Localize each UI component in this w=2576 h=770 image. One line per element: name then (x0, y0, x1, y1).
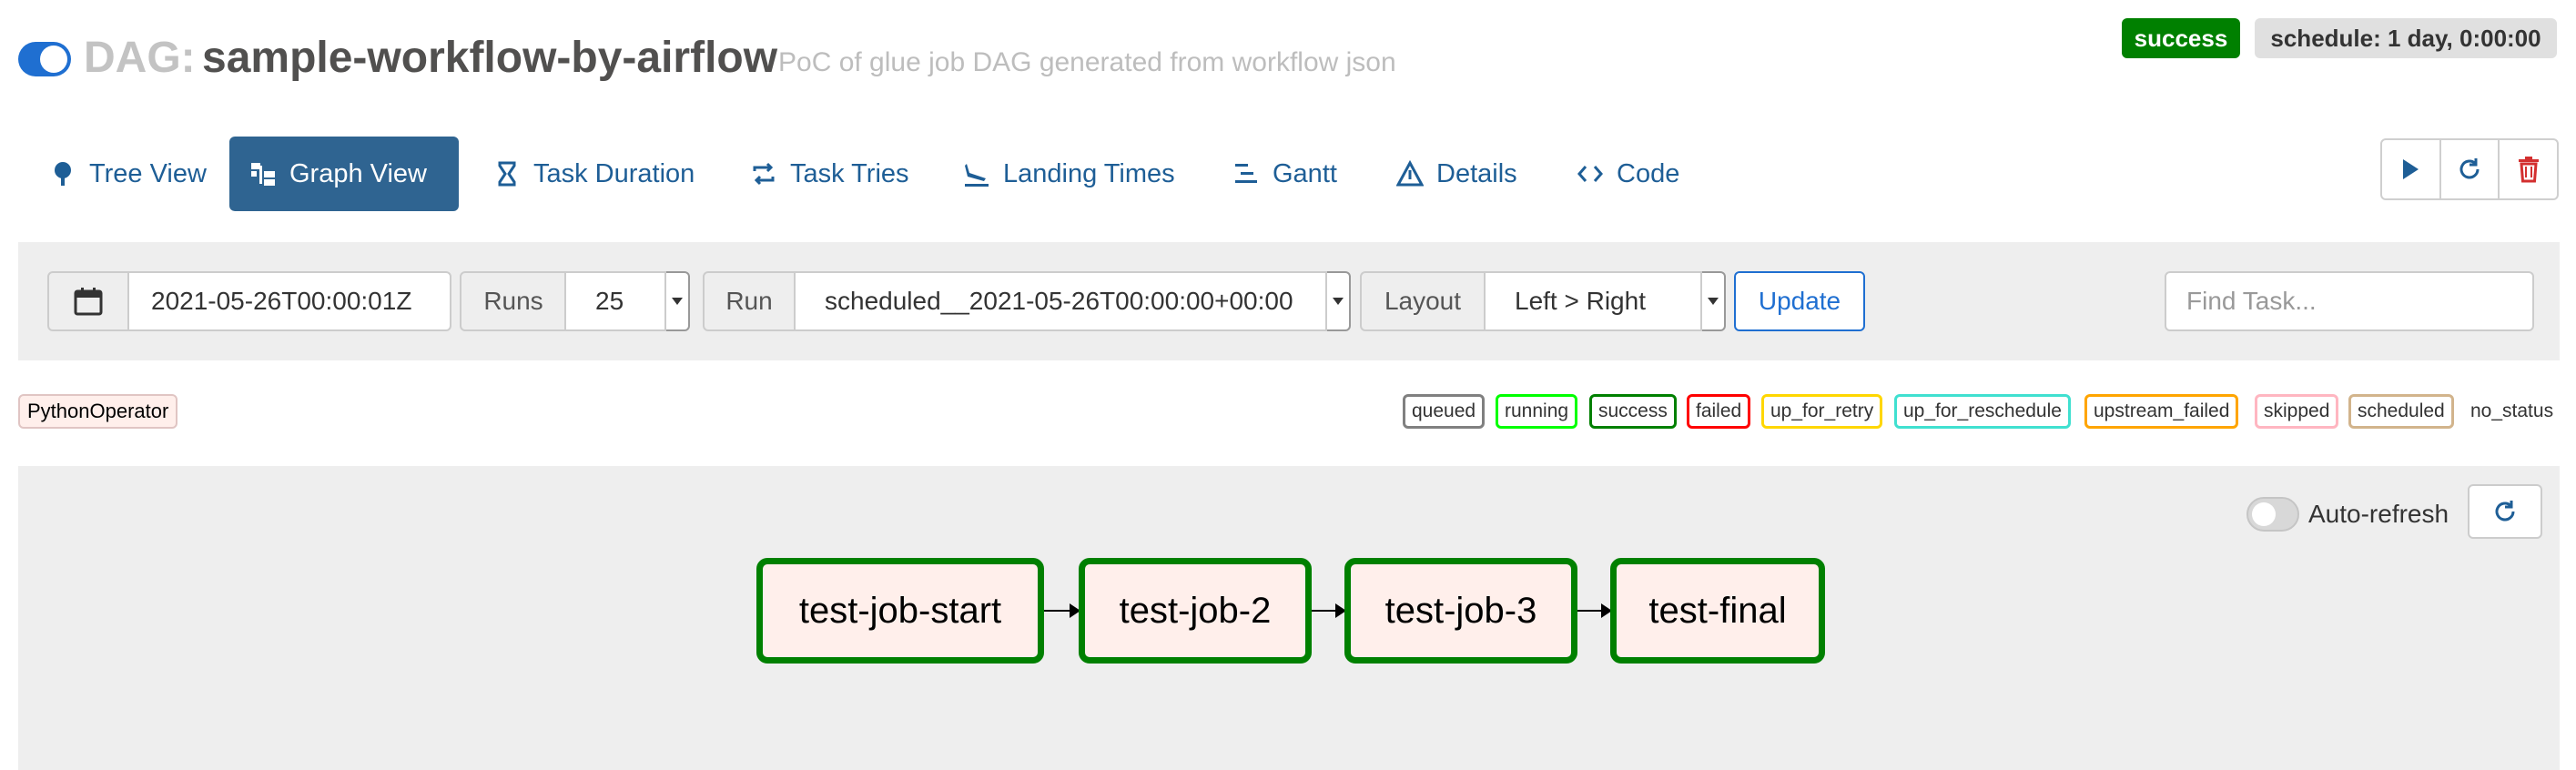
tree-icon (55, 162, 71, 186)
auto-refresh-toggle[interactable] (2246, 497, 2299, 532)
operator-legend-python: PythonOperator (18, 394, 178, 429)
state-legend-no-status: no_status (2470, 400, 2554, 421)
task-node-test-job-2[interactable]: test-job-2 (1079, 558, 1312, 664)
calendar-icon (74, 288, 103, 316)
tab-label: Gantt (1273, 158, 1337, 188)
edge-job-2-to-job-3 (1312, 603, 1346, 618)
dag-status-badge: success (2122, 18, 2240, 58)
tab-label: Landing Times (1003, 158, 1175, 188)
state-legend-running: running (1496, 394, 1578, 429)
tab-label: Graph View (289, 158, 427, 188)
dag-title: sample-workflow-by-airflow (202, 34, 778, 82)
layout-dropdown-caret[interactable] (1702, 271, 1726, 331)
tab-task-duration[interactable]: Task Duration (473, 137, 715, 211)
edge-start-to-job-2 (1044, 603, 1080, 618)
tab-graph-view[interactable]: Graph View (229, 137, 459, 211)
date-picker-button[interactable] (47, 271, 129, 331)
runs-dropdown-caret[interactable] (666, 271, 690, 331)
trigger-dag-button[interactable] (2382, 140, 2441, 198)
state-legend-up-for-retry: up_for_retry (1761, 394, 1883, 429)
update-button[interactable]: Update (1734, 271, 1865, 331)
task-node-test-job-3[interactable]: test-job-3 (1344, 558, 1577, 664)
tab-task-tries[interactable]: Task Tries (730, 137, 929, 211)
tab-label: Task Duration (533, 158, 695, 188)
gantt-icon (1235, 164, 1257, 183)
tab-landing-times[interactable]: Landing Times (943, 137, 1195, 211)
refresh-icon (2495, 501, 2515, 522)
play-icon (2403, 159, 2419, 179)
auto-refresh-label: Auto-refresh (2308, 500, 2449, 528)
code-icon (1577, 166, 1603, 182)
hourglass-icon (498, 161, 516, 187)
run-dropdown-caret[interactable] (1327, 271, 1351, 331)
tab-gantt[interactable]: Gantt (1212, 137, 1357, 211)
graph-icon (251, 163, 275, 186)
tab-code[interactable]: Code (1557, 137, 1699, 211)
run-label: Run (703, 271, 796, 331)
dag-label-prefix: DAG: (84, 34, 196, 82)
dag-description: PoC of glue job DAG generated from workf… (778, 47, 1396, 77)
layout-label: Layout (1360, 271, 1486, 331)
state-legend-upstream-failed: upstream_failed (2084, 394, 2239, 429)
layout-select[interactable]: Left > Right (1484, 271, 1702, 331)
edge-job-3-to-final (1577, 603, 1612, 618)
tab-tree-view[interactable]: Tree View (29, 137, 227, 211)
tab-label: Task Tries (790, 158, 909, 188)
execution-date-input[interactable]: 2021-05-26T00:00:01Z (127, 271, 451, 331)
state-legend-skipped: skipped (2255, 394, 2339, 429)
tab-details[interactable]: Details (1376, 137, 1537, 211)
tab-label: Code (1617, 158, 1680, 188)
state-legend-up-for-reschedule: up_for_reschedule (1894, 394, 2071, 429)
state-legend-queued: queued (1403, 394, 1486, 429)
runs-label: Runs (460, 271, 567, 331)
retry-icon (753, 162, 775, 186)
delete-dag-button[interactable] (2500, 140, 2557, 198)
run-select[interactable]: scheduled__2021-05-26T00:00:00+00:00 (794, 271, 1327, 331)
find-task-input[interactable]: Find Task... (2165, 271, 2534, 331)
refresh-icon (2459, 158, 2480, 179)
state-legend-success: success (1589, 394, 1677, 429)
trash-icon (2518, 157, 2539, 183)
warning-icon (1396, 160, 1424, 187)
dag-pause-toggle[interactable] (18, 42, 71, 76)
plane-landing-icon (965, 164, 989, 187)
tab-label: Details (1436, 158, 1517, 188)
dag-actions (2380, 138, 2559, 200)
graph-refresh-button[interactable] (2468, 484, 2542, 539)
refresh-dag-button[interactable] (2441, 140, 2500, 198)
state-legend-scheduled: scheduled (2348, 394, 2454, 429)
runs-select[interactable]: 25 (564, 271, 666, 331)
task-node-test-job-start[interactable]: test-job-start (756, 558, 1044, 664)
tab-label: Tree View (89, 158, 207, 188)
schedule-badge: schedule: 1 day, 0:00:00 (2255, 18, 2557, 58)
task-node-test-final[interactable]: test-final (1610, 558, 1825, 664)
state-legend-failed: failed (1687, 394, 1751, 429)
